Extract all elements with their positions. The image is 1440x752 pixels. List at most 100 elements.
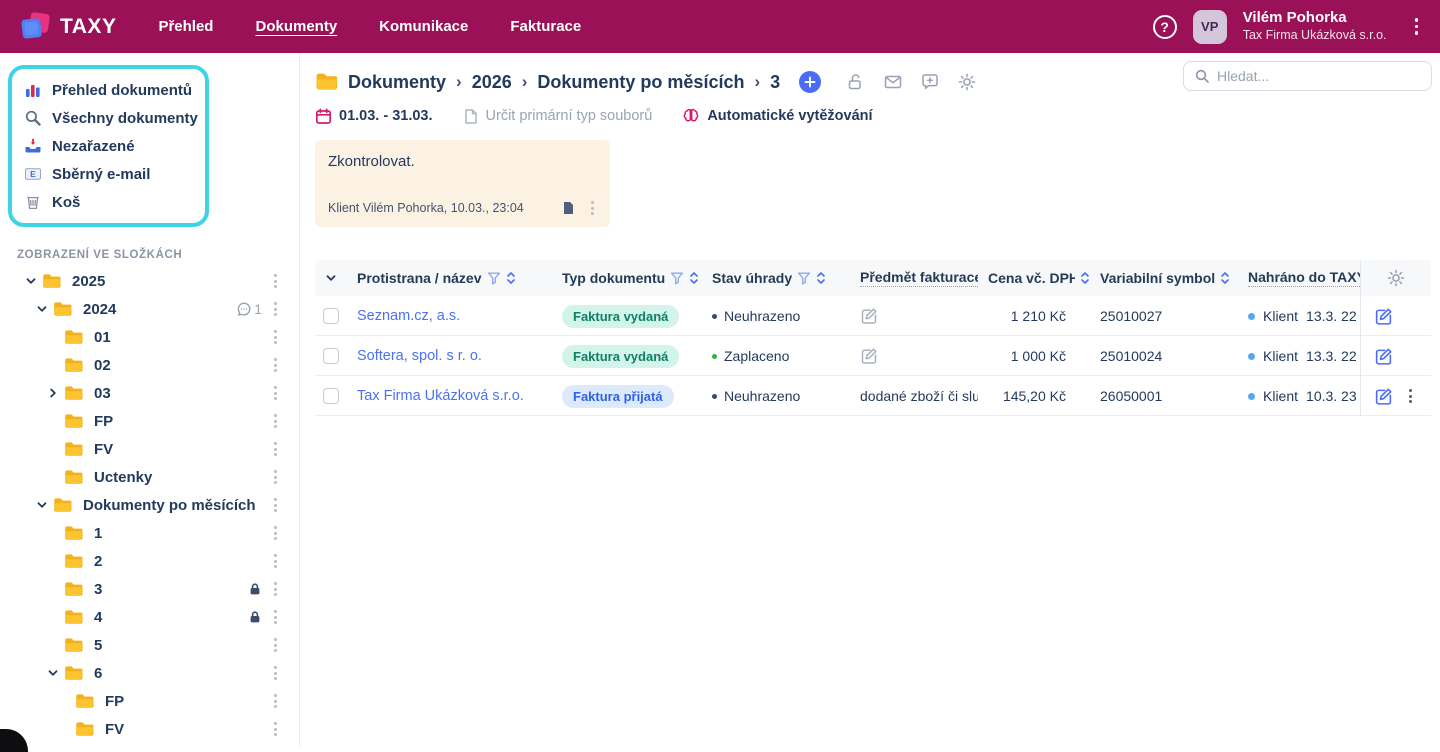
tree-folder-fv[interactable]: FV <box>0 435 299 463</box>
folder-menu-kebab-icon[interactable] <box>270 664 281 682</box>
nav-item-fakturace[interactable]: Fakturace <box>510 18 581 35</box>
chevron-down-icon[interactable] <box>42 665 64 681</box>
auto-extract-toggle[interactable]: Automatické vytěžování <box>682 107 872 125</box>
row-checkbox[interactable] <box>323 308 339 324</box>
row-checkbox[interactable] <box>323 348 339 364</box>
avatar[interactable]: VP <box>1193 10 1227 44</box>
tree-folder-03[interactable]: 03 <box>0 379 299 407</box>
quick-link-3[interactable]: ESběrný e-mail <box>24 160 193 188</box>
folder-menu-kebab-icon[interactable] <box>270 468 281 486</box>
tree-folder-2[interactable]: 2 <box>0 547 299 575</box>
column-header-6[interactable]: Nahráno do TAXY <box>1238 269 1360 287</box>
column-header-3[interactable]: Předmět fakturace <box>850 269 978 287</box>
edit-subject-icon[interactable] <box>860 307 878 325</box>
search-input[interactable] <box>1217 68 1421 84</box>
tree-folder-dokumenty-po-měsících[interactable]: Dokumenty po měsících <box>0 491 299 519</box>
edit-row-icon[interactable] <box>1374 307 1393 326</box>
edit-row-icon[interactable] <box>1374 347 1393 366</box>
payment-status[interactable]: Neuhrazeno <box>712 388 800 404</box>
note-card[interactable]: Zkontrolovat. Klient Vilém Pohorka, 10.0… <box>315 140 610 227</box>
tree-folder-2024[interactable]: 20241 <box>0 295 299 323</box>
edit-subject-icon[interactable] <box>860 347 878 365</box>
tree-folder-fp[interactable]: FP <box>0 687 299 715</box>
add-document-button[interactable] <box>799 71 821 93</box>
note-menu-kebab-icon[interactable] <box>587 199 598 217</box>
row-checkbox[interactable] <box>323 388 339 404</box>
folder-menu-kebab-icon[interactable] <box>270 636 281 654</box>
breadcrumb-part-2[interactable]: Dokumenty po měsících <box>537 72 744 93</box>
filter-icon[interactable] <box>670 271 684 285</box>
app-logo[interactable]: TAXY <box>0 10 130 44</box>
sort-icon[interactable] <box>1080 271 1090 285</box>
filter-icon[interactable] <box>487 271 501 285</box>
breadcrumb-part-3[interactable]: 3 <box>770 72 780 93</box>
folder-menu-kebab-icon[interactable] <box>270 608 281 626</box>
payment-status[interactable]: Zaplaceno <box>712 348 789 364</box>
counterparty-link[interactable]: Tax Firma Ukázková s.r.o. <box>357 388 524 404</box>
sort-icon[interactable] <box>689 271 699 285</box>
sort-icon[interactable] <box>1220 271 1230 285</box>
breadcrumb-part-0[interactable]: Dokumenty <box>348 72 446 93</box>
tree-folder-fp[interactable]: FP <box>0 407 299 435</box>
tree-folder-fv[interactable]: FV <box>0 715 299 743</box>
chevron-down-icon[interactable] <box>20 273 42 289</box>
quick-link-0[interactable]: Přehled dokumentů <box>24 76 193 104</box>
folder-menu-kebab-icon[interactable] <box>270 356 281 374</box>
primary-type-action[interactable]: Určit primární typ souborů <box>463 108 653 125</box>
tree-folder-2025[interactable]: 2025 <box>0 267 299 295</box>
tree-folder-5[interactable]: 5 <box>0 631 299 659</box>
tree-folder-4[interactable]: 4 <box>0 603 299 631</box>
nav-item-přehled[interactable]: Přehled <box>158 18 213 35</box>
comment-count-badge[interactable]: 1 <box>236 301 262 317</box>
nav-item-komunikace[interactable]: Komunikace <box>379 18 468 35</box>
breadcrumb-part-1[interactable]: 2026 <box>472 72 512 93</box>
folder-menu-kebab-icon[interactable] <box>270 384 281 402</box>
column-header-0[interactable]: Protistrana / název <box>347 270 552 286</box>
folder-menu-kebab-icon[interactable] <box>270 692 281 710</box>
nav-item-dokumenty[interactable]: Dokumenty <box>255 18 337 35</box>
chevron-right-icon[interactable] <box>42 385 64 401</box>
envelope-icon[interactable] <box>883 72 903 92</box>
comment-plus-icon[interactable] <box>920 72 940 92</box>
folder-menu-kebab-icon[interactable] <box>270 524 281 542</box>
quick-link-4[interactable]: Koš <box>24 188 193 216</box>
tree-folder-02[interactable]: 02 <box>0 351 299 379</box>
gear-icon[interactable] <box>957 72 977 92</box>
payment-status[interactable]: Neuhrazeno <box>712 308 800 324</box>
column-header-5[interactable]: Variabilní symbol <box>1090 270 1238 286</box>
folder-menu-kebab-icon[interactable] <box>270 720 281 738</box>
chevron-down-icon[interactable] <box>31 301 53 317</box>
user-info[interactable]: Vilém Pohorka Tax Firma Ukázková s.r.o. <box>1243 9 1387 43</box>
search-box[interactable] <box>1183 61 1432 91</box>
folder-menu-kebab-icon[interactable] <box>270 328 281 346</box>
help-button[interactable]: ? <box>1153 15 1177 39</box>
folder-menu-kebab-icon[interactable] <box>270 412 281 430</box>
folder-menu-kebab-icon[interactable] <box>270 272 281 290</box>
filter-icon[interactable] <box>797 271 811 285</box>
tree-folder-uctenky[interactable]: Uctenky <box>0 463 299 491</box>
edit-row-icon[interactable] <box>1374 387 1393 406</box>
quick-link-1[interactable]: Všechny dokumenty <box>24 104 193 132</box>
tree-folder-3[interactable]: 3 <box>0 575 299 603</box>
row-menu-kebab-icon[interactable] <box>1405 387 1416 405</box>
date-range[interactable]: 01.03. - 31.03. <box>315 108 433 125</box>
column-header-2[interactable]: Stav úhrady <box>702 270 850 286</box>
column-header-4[interactable]: Cena vč. DPH <box>978 270 1090 286</box>
tree-folder-smlouvy[interactable]: Smlouvy <box>0 743 299 747</box>
note-document-icon[interactable] <box>562 201 575 215</box>
column-header-1[interactable]: Typ dokumentu <box>552 270 702 286</box>
chevron-down-icon[interactable] <box>31 497 53 513</box>
folder-menu-kebab-icon[interactable] <box>270 496 281 514</box>
sort-icon[interactable] <box>506 271 516 285</box>
tree-folder-01[interactable]: 01 <box>0 323 299 351</box>
sort-icon[interactable] <box>816 271 826 285</box>
select-all-control[interactable] <box>315 272 347 284</box>
tree-folder-1[interactable]: 1 <box>0 519 299 547</box>
tree-folder-6[interactable]: 6 <box>0 659 299 687</box>
counterparty-link[interactable]: Softera, spol. s r. o. <box>357 348 482 364</box>
user-menu-kebab-icon[interactable] <box>1409 14 1425 39</box>
folder-menu-kebab-icon[interactable] <box>270 552 281 570</box>
counterparty-link[interactable]: Seznam.cz, a.s. <box>357 308 460 324</box>
folder-menu-kebab-icon[interactable] <box>270 440 281 458</box>
folder-menu-kebab-icon[interactable] <box>270 580 281 598</box>
